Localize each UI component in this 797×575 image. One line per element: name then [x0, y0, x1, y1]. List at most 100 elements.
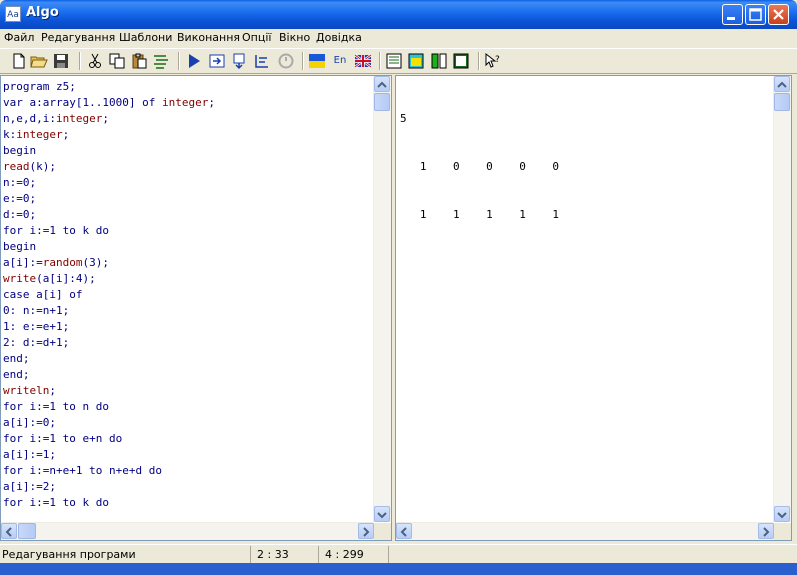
title-bar[interactable]: Aa Algo — [0, 0, 797, 29]
code-editor[interactable]: program z5; var a:array[1..1000] of integ… — [0, 75, 392, 541]
code-line[interactable]: k:integer; — [3, 127, 215, 143]
maximize-button[interactable] — [745, 4, 766, 25]
code-line[interactable]: read(k); — [3, 159, 215, 175]
chevron-right-icon — [363, 527, 370, 537]
menu-options[interactable]: Опції — [242, 31, 271, 44]
code-line[interactable]: for i:=1 to n do — [3, 399, 215, 415]
code-line[interactable]: a[i]:=random(3); — [3, 255, 215, 271]
scroll-right-button[interactable] — [758, 523, 774, 539]
chevron-down-icon — [377, 512, 387, 519]
scroll-right-button[interactable] — [358, 523, 374, 539]
menu-file[interactable]: Файл — [4, 31, 34, 44]
ukrainian-flag-icon[interactable] — [308, 52, 326, 70]
menu-templates[interactable]: Шаблони — [119, 31, 172, 44]
code-line[interactable]: begin — [3, 239, 215, 255]
save-icon[interactable] — [52, 52, 70, 70]
split-view-icon[interactable] — [430, 52, 448, 70]
code-token: (a[i]:4); — [36, 272, 96, 285]
chevron-up-icon — [777, 81, 787, 88]
close-button[interactable] — [768, 4, 789, 25]
code-line[interactable]: write(a[i]:4); — [3, 271, 215, 287]
step-over-icon[interactable] — [231, 52, 249, 70]
code-token: ; — [62, 128, 70, 141]
new-file-icon[interactable] — [10, 52, 28, 70]
open-folder-icon[interactable] — [30, 52, 48, 70]
scroll-thumb[interactable] — [374, 93, 390, 111]
document-view-icon[interactable] — [452, 52, 470, 70]
copy-icon[interactable] — [108, 52, 126, 70]
taskbar-edge — [0, 563, 797, 575]
menu-run[interactable]: Виконання — [177, 31, 240, 44]
list-view-icon[interactable] — [385, 52, 403, 70]
scroll-thumb[interactable] — [18, 523, 36, 539]
trace-icon[interactable] — [253, 52, 271, 70]
code-line[interactable]: e:=0; — [3, 191, 215, 207]
code-text[interactable]: program z5; var a:array[1..1000] of integ… — [3, 79, 215, 511]
resize-grip — [774, 523, 791, 540]
code-line[interactable]: program z5; — [3, 79, 215, 95]
menu-window[interactable]: Вікно — [279, 31, 310, 44]
scroll-left-button[interactable] — [1, 523, 17, 539]
code-line[interactable]: begin — [3, 143, 215, 159]
menu-bar: Файл Редагування Шаблони Виконання Опції… — [0, 29, 797, 48]
code-line[interactable]: n,e,d,i:integer; — [3, 111, 215, 127]
output-line: 1 1 1 1 1 — [400, 208, 559, 221]
step-into-icon[interactable] — [208, 52, 226, 70]
paste-icon[interactable] — [130, 52, 148, 70]
code-token: begin — [3, 240, 37, 253]
lang-en-button[interactable]: En — [331, 52, 349, 70]
window-view-icon[interactable] — [407, 52, 425, 70]
scroll-up-button[interactable] — [374, 76, 390, 92]
code-line[interactable]: var a:array[1..1000] of integer; — [3, 95, 215, 111]
code-builtin-token: random — [42, 256, 83, 269]
editor-vertical-scrollbar[interactable] — [373, 76, 391, 522]
output-vertical-scrollbar[interactable] — [773, 76, 791, 522]
code-line[interactable]: for i:=1 to k do — [3, 495, 215, 511]
code-token: program z5; — [3, 80, 76, 93]
code-line[interactable]: n:=0; — [3, 175, 215, 191]
code-line[interactable]: a[i]:=1; — [3, 447, 215, 463]
menu-edit[interactable]: Редагування — [41, 31, 115, 44]
run-icon[interactable] — [185, 52, 203, 70]
context-help-icon[interactable]: ? — [484, 52, 502, 70]
uk-flag-icon[interactable] — [354, 52, 372, 70]
stop-icon[interactable] — [277, 52, 295, 70]
output-panel[interactable]: 5 1 0 0 0 0 1 1 1 1 1 — [395, 75, 792, 541]
code-line[interactable]: writeln; — [3, 383, 215, 399]
code-line[interactable]: a[i]:=0; — [3, 415, 215, 431]
code-token: a[i]:=2; — [3, 480, 56, 493]
code-line[interactable]: for i:=1 to k do — [3, 223, 215, 239]
code-token: for i:=1 to e+n do — [3, 432, 123, 445]
code-line[interactable]: 0: n:=n+1; — [3, 303, 215, 319]
scroll-down-button[interactable] — [774, 506, 790, 522]
code-line[interactable]: a[i]:=2; — [3, 479, 215, 495]
code-token: for i:=1 to k do — [3, 496, 109, 509]
chevron-left-icon — [400, 527, 407, 537]
code-line[interactable]: 1: e:=e+1; — [3, 319, 215, 335]
status-bar: Редагування програми 2 : 33 4 : 299 — [0, 544, 797, 564]
code-line[interactable]: d:=0; — [3, 207, 215, 223]
output-horizontal-scrollbar[interactable] — [396, 522, 774, 540]
code-token: n,e,d,i: — [3, 112, 56, 125]
menu-help[interactable]: Довідка — [316, 31, 362, 44]
scroll-thumb[interactable] — [774, 93, 790, 111]
code-line[interactable]: end; — [3, 367, 215, 383]
maximize-icon — [749, 8, 762, 21]
format-code-icon[interactable] — [152, 52, 170, 70]
code-token: ; — [102, 112, 109, 125]
scroll-up-button[interactable] — [774, 76, 790, 92]
code-builtin-token: write — [3, 272, 37, 285]
cut-icon[interactable] — [86, 52, 104, 70]
code-line[interactable]: for i:=n+e+1 to n+e+d do — [3, 463, 215, 479]
code-token: e:=0; — [3, 192, 37, 205]
minimize-button[interactable] — [722, 4, 743, 25]
code-line[interactable]: end; — [3, 351, 215, 367]
code-token: a[i]:=1; — [3, 448, 56, 461]
editor-horizontal-scrollbar[interactable] — [1, 522, 374, 540]
code-line[interactable]: for i:=1 to e+n do — [3, 431, 215, 447]
scroll-down-button[interactable] — [374, 506, 390, 522]
scroll-left-button[interactable] — [396, 523, 412, 539]
code-token: var a:array[1..1000] of — [3, 96, 162, 109]
code-line[interactable]: case a[i] of — [3, 287, 215, 303]
code-line[interactable]: 2: d:=d+1; — [3, 335, 215, 351]
